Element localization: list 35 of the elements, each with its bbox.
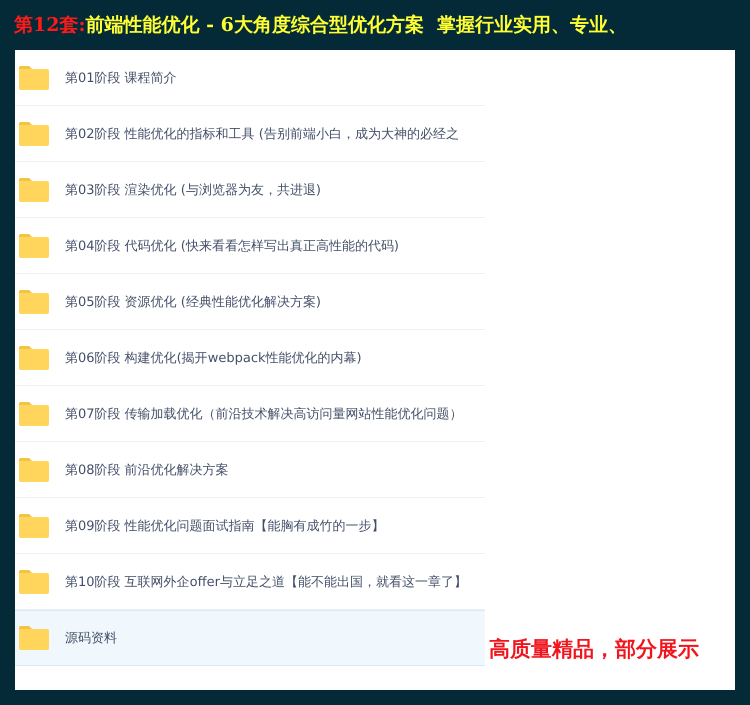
- series-label: 第12套:: [14, 13, 86, 38]
- folder-icon: [18, 176, 50, 202]
- promo-text: 高质量精品，部分展示: [489, 636, 699, 663]
- folder-icon: [18, 232, 50, 258]
- folder-icon: [18, 456, 50, 482]
- folder-row[interactable]: 源码资料: [15, 610, 485, 666]
- folder-row[interactable]: 第06阶段 构建优化(揭开webpack性能优化的内幕): [15, 330, 485, 386]
- folder-icon: [18, 625, 50, 651]
- folder-icon: [18, 400, 50, 426]
- folder-name: 第02阶段 性能优化的指标和工具 (告别前端小白，成为大神的必经之: [65, 126, 459, 142]
- folder-row[interactable]: 第09阶段 性能优化问题面试指南【能胸有成竹的一步】: [15, 498, 485, 554]
- folder-name: 第07阶段 传输加载优化（前沿技术解决高访问量网站性能优化问题）: [65, 406, 463, 422]
- folder-name: 源码资料: [65, 630, 117, 647]
- folder-row[interactable]: 第05阶段 资源优化 (经典性能优化解决方案): [15, 274, 485, 330]
- folder-row[interactable]: 第02阶段 性能优化的指标和工具 (告别前端小白，成为大神的必经之: [15, 106, 485, 162]
- course-title: 前端性能优化 - 6大角度综合型优化方案 掌握行业实用、专业、: [85, 13, 628, 38]
- folder-row[interactable]: 第07阶段 传输加载优化（前沿技术解决高访问量网站性能优化问题）: [15, 386, 485, 442]
- folder-row[interactable]: 第01阶段 课程简介: [15, 50, 485, 106]
- folder-name: 第03阶段 渲染优化 (与浏览器为友，共进退): [65, 182, 321, 198]
- folder-name: 第08阶段 前沿优化解决方案: [65, 462, 229, 478]
- folder-icon: [18, 568, 50, 594]
- folder-icon: [18, 512, 50, 538]
- folder-name: 第06阶段 构建优化(揭开webpack性能优化的内幕): [65, 350, 362, 366]
- folder-icon: [18, 120, 50, 146]
- folder-name: 第09阶段 性能优化问题面试指南【能胸有成竹的一步】: [65, 518, 385, 534]
- folder-row[interactable]: 第04阶段 代码优化 (快来看看怎样写出真正高性能的代码): [15, 218, 485, 274]
- folder-name: 第04阶段 代码优化 (快来看看怎样写出真正高性能的代码): [65, 238, 399, 254]
- folder-row[interactable]: 第03阶段 渲染优化 (与浏览器为友，共进退): [15, 162, 485, 218]
- folder-name: 第10阶段 互联网外企offer与立足之道【能不能出国，就看这一章了】: [65, 574, 467, 590]
- folder-row[interactable]: 第08阶段 前沿优化解决方案: [15, 442, 485, 498]
- folder-name: 第05阶段 资源优化 (经典性能优化解决方案): [65, 294, 321, 310]
- folder-icon: [18, 64, 50, 90]
- folder-icon: [18, 344, 50, 370]
- folder-icon: [18, 288, 50, 314]
- folder-name: 第01阶段 课程简介: [65, 70, 177, 86]
